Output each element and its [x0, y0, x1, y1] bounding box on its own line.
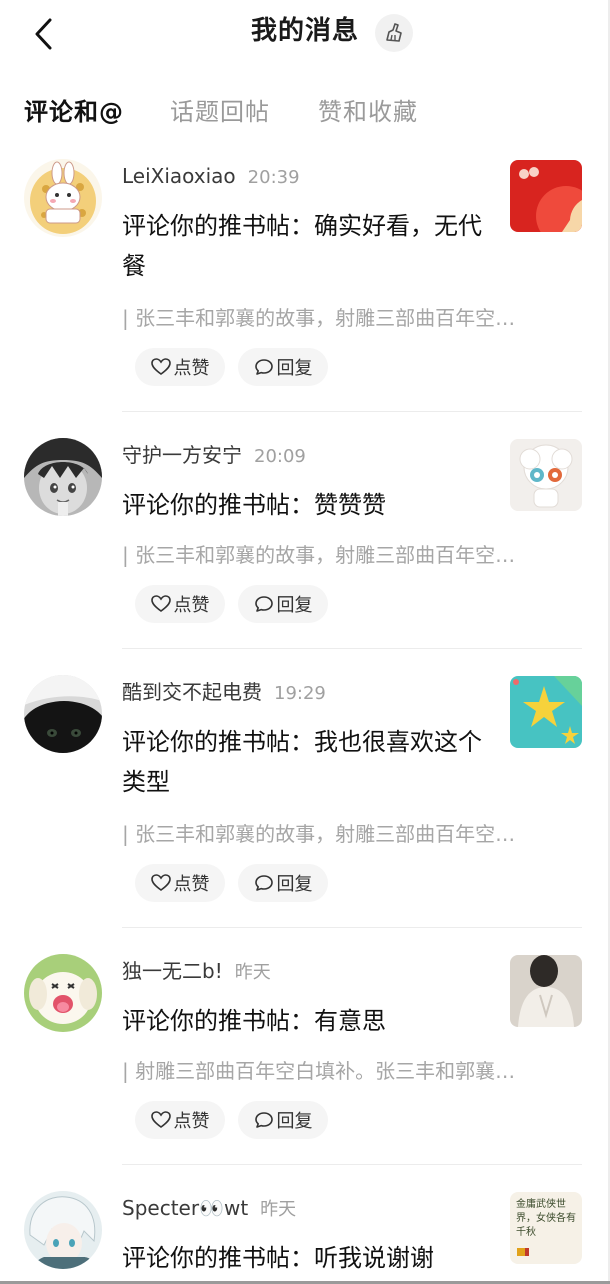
tag-bar — [525, 1248, 529, 1256]
like-label: 点赞 — [173, 874, 210, 895]
like-label: 点赞 — [173, 595, 210, 616]
list-item[interactable]: LeiXiaoxiao 20:39 评论你的推书帖：确实好看，无代餐 | 张三丰和… — [0, 150, 610, 412]
list-item[interactable]: 独一无二b! 昨天 评论你的推书帖：有意思 | 射雕三部曲百年空白填补。张三丰和郭… — [0, 945, 610, 1182]
quoted-post[interactable]: | 张三丰和郭襄的故事，射雕三部曲百年空… — [122, 304, 572, 332]
quoted-post[interactable]: | 射雕三部曲百年空白填补。张三丰和郭襄… — [122, 1057, 572, 1085]
timestamp: 昨天 — [234, 962, 271, 983]
divider — [122, 1164, 582, 1165]
quoted-post[interactable]: | 张三丰和郭襄的故事，射雕三部曲百年空… — [122, 820, 572, 848]
speech-bubble-icon — [254, 596, 273, 612]
divider — [122, 411, 582, 412]
avatar[interactable] — [24, 159, 102, 237]
tab-likes-favorites[interactable]: 赞和收藏 — [318, 96, 418, 128]
like-button[interactable]: 点赞 — [135, 585, 225, 623]
tab-comments-mentions[interactable]: 评论和@ — [24, 96, 124, 128]
post-thumbnail[interactable] — [510, 676, 582, 748]
page-title: 我的消息 — [250, 16, 359, 46]
heart-icon — [150, 595, 171, 612]
black-cat-avatar — [24, 675, 102, 753]
avatar[interactable] — [24, 438, 102, 516]
reply-label: 回复 — [276, 1111, 313, 1132]
post-thumbnail[interactable] — [510, 955, 582, 1027]
like-button[interactable]: 点赞 — [135, 864, 225, 902]
like-button[interactable]: 点赞 — [135, 1101, 225, 1139]
like-label: 点赞 — [173, 1111, 210, 1132]
divider — [122, 927, 582, 928]
comment-text: 评论你的推书帖：确实好看，无代餐 — [122, 212, 482, 280]
timestamp: 20:39 — [247, 167, 300, 188]
bunny-cookie-avatar — [24, 159, 102, 237]
speech-bubble-icon — [254, 359, 273, 375]
heart-icon — [150, 1111, 171, 1128]
reply-button[interactable]: 回复 — [238, 348, 328, 386]
red-cover-thumbnail — [510, 160, 582, 232]
avatar[interactable] — [24, 954, 102, 1032]
timestamp: 19:29 — [274, 683, 326, 704]
comment-text: 评论你的推书帖：听我说谢谢 — [122, 1244, 434, 1272]
post-thumbnail[interactable] — [510, 439, 582, 511]
comment-text: 评论你的推书帖：我也很喜欢这个类型 — [122, 728, 482, 796]
list-item[interactable]: 酷到交不起电费 19:29 评论你的推书帖：我也很喜欢这个类型 | 张三丰和郭襄的… — [0, 666, 610, 928]
heart-icon — [150, 358, 171, 375]
avatar[interactable] — [24, 675, 102, 753]
username[interactable]: 酷到交不起电费 19:29 — [122, 679, 326, 707]
post-thumbnail[interactable] — [510, 160, 582, 232]
post-thumbnail[interactable]: 金庸武侠世界，女侠各有千秋 — [510, 1192, 582, 1264]
photo-thumbnail — [510, 955, 582, 1027]
reply-label: 回复 — [276, 595, 313, 616]
speech-bubble-icon — [254, 875, 273, 891]
comment-text: 评论你的推书帖：赞赞赞 — [122, 491, 386, 519]
list-item[interactable]: Specter👀wt 昨天 评论你的推书帖：听我说谢谢 金庸武侠世界，女侠各有千秋 — [0, 1182, 610, 1284]
divider — [122, 648, 582, 649]
white-hair-anime-avatar — [24, 1191, 102, 1269]
reply-button[interactable]: 回复 — [238, 864, 328, 902]
like-button[interactable]: 点赞 — [135, 348, 225, 386]
quoted-post[interactable]: | 张三丰和郭襄的故事，射雕三部曲百年空… — [122, 541, 572, 569]
star-teal-thumbnail — [510, 676, 582, 748]
white-doll-thumbnail — [510, 439, 582, 511]
list-item[interactable]: 守护一方安宁 20:09 评论你的推书帖：赞赞赞 | 张三丰和郭襄的故事，射雕三部… — [0, 429, 610, 666]
heart-icon — [150, 874, 171, 891]
username[interactable]: Specter👀wt 昨天 — [122, 1195, 296, 1223]
speech-bubble-icon — [254, 1112, 273, 1128]
reply-button[interactable]: 回复 — [238, 1101, 328, 1139]
comment-text: 评论你的推书帖：有意思 — [122, 1007, 386, 1035]
username[interactable]: 守护一方安宁 20:09 — [122, 442, 306, 470]
reply-button[interactable]: 回复 — [238, 585, 328, 623]
white-puppy-avatar — [24, 954, 102, 1032]
message-tabs: 评论和@ 话题回帖 赞和收藏 — [0, 90, 610, 134]
tag-bar — [517, 1248, 525, 1256]
timestamp: 20:09 — [254, 446, 306, 467]
broom-icon — [386, 23, 402, 42]
username[interactable]: LeiXiaoxiao 20:39 — [122, 163, 300, 191]
username[interactable]: 独一无二b! 昨天 — [122, 958, 271, 986]
like-label: 点赞 — [173, 358, 210, 379]
clear-unread-button[interactable] — [375, 14, 413, 52]
top-bar: 我的消息 — [0, 0, 610, 66]
dark-hair-boy-avatar — [24, 438, 102, 516]
text-card-thumbnail: 金庸武侠世界，女侠各有千秋 — [516, 1199, 576, 1238]
avatar[interactable] — [24, 1191, 102, 1269]
reply-label: 回复 — [276, 874, 313, 895]
timestamp: 昨天 — [260, 1199, 297, 1220]
tab-topic-replies[interactable]: 话题回帖 — [170, 96, 270, 128]
reply-label: 回复 — [276, 358, 313, 379]
